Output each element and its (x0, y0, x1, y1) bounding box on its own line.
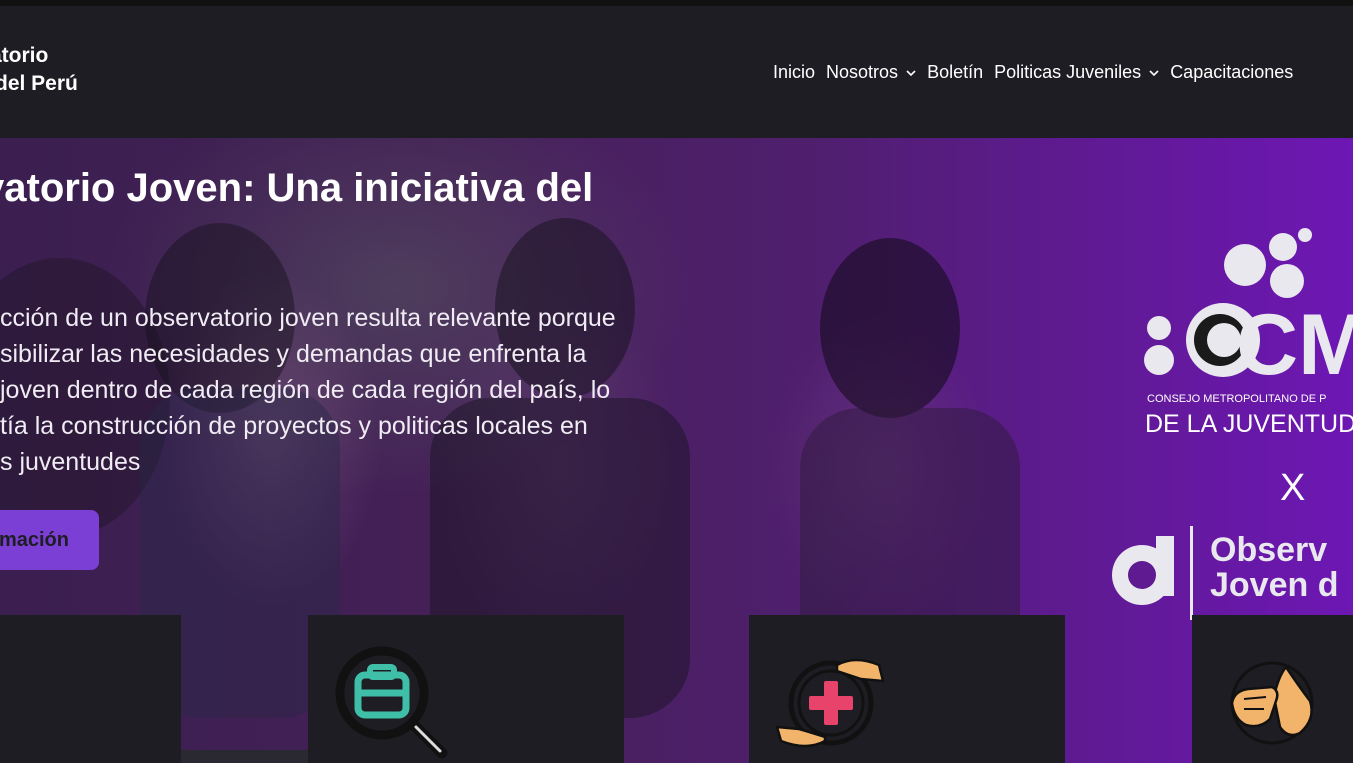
chevron-down-icon (1149, 68, 1159, 80)
hero-text-line: sibilizar las necesidades y demandas que… (0, 340, 587, 368)
nav-label: Capacitaciones (1170, 62, 1294, 82)
nav-item-nosotros[interactable]: Nosotros (826, 62, 916, 83)
hero-text-line: tía la construcción de proyectos y polit… (0, 412, 588, 440)
observatorio-line-1: Observ (1210, 531, 1327, 569)
council-line: CONSEJO METROPOLITANO DE P (1147, 393, 1327, 405)
nav-label: Inicio (773, 62, 816, 82)
feature-card[interactable] (0, 615, 181, 763)
nav-item-inicio[interactable]: Inicio (773, 62, 815, 83)
hero-title: vatorio Joven: Una iniciativa del (0, 166, 594, 210)
site-logo-link[interactable]: atorio del Perú (0, 42, 78, 98)
hero-description: cción de un observatorio joven resulta r… (0, 300, 720, 480)
brand-line-1: atorio (0, 44, 49, 67)
card-gap (181, 750, 308, 763)
briefcase-search-icon (330, 645, 450, 763)
feature-card[interactable] (308, 615, 624, 763)
cm-letters: CM (1236, 297, 1353, 393)
sign-language-hands-icon (1226, 657, 1318, 756)
nav-item-boletin[interactable]: Boletín (927, 62, 983, 83)
nav-label: Nosotros (826, 62, 899, 82)
hero-text-line: s juventudes (0, 448, 141, 476)
nav-label: Boletín (927, 62, 984, 82)
nav-item-capacitaciones[interactable]: Capacitaciones (1170, 62, 1293, 83)
main-nav: Inicio Nosotros Boletín Politicas Juveni… (773, 62, 1304, 83)
feature-card[interactable] (749, 615, 1065, 763)
hero-text-line: cción de un observatorio joven resulta r… (0, 304, 616, 332)
site-header: atorio del Perú Inicio Nosotros Boletín … (0, 6, 1353, 138)
more-info-label: mación (0, 528, 69, 551)
hero-section: vatorio Joven: Una iniciativa del cción … (0, 138, 1353, 763)
brand-line-2: del Perú (0, 72, 78, 95)
juventud-line: DE LA JUVENTUD D (1145, 410, 1353, 438)
nav-item-politicas-juveniles[interactable]: Politicas Juveniles (994, 62, 1159, 83)
observatorio-logo-icon (1112, 526, 1193, 620)
feature-card[interactable] (1192, 615, 1353, 763)
more-info-button[interactable]: mación (0, 510, 99, 570)
chevron-down-icon (906, 68, 916, 80)
nav-label: Politicas Juveniles (994, 62, 1142, 82)
hero-text-line: joven dentro de cada región de cada regi… (0, 376, 611, 404)
observatorio-line-2: Joven d (1210, 566, 1338, 604)
x-mark: X (1280, 467, 1305, 509)
health-care-hands-icon (775, 645, 891, 763)
